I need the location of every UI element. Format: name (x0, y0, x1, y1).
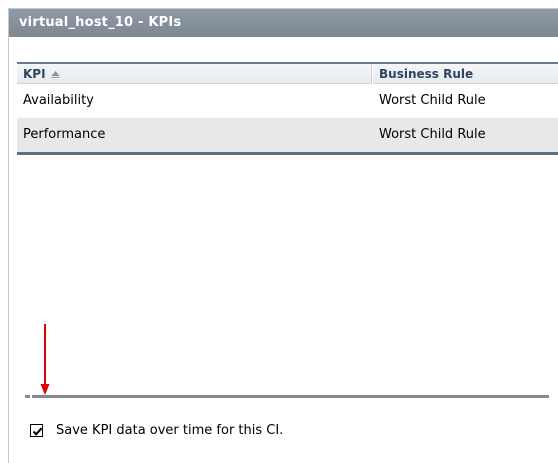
splitter-grip[interactable] (25, 395, 30, 398)
panel-title: virtual_host_10 - KPIs (9, 9, 558, 37)
window: virtual_host_10 - KPIs KPI Business Rule… (0, 0, 558, 463)
kpi-cell: Performance (23, 127, 106, 142)
annotation-arrow-icon (40, 324, 50, 395)
table-row[interactable]: Performance Worst Child Rule (17, 118, 558, 152)
kpi-cell: Availability (23, 93, 94, 108)
business-rule-cell: Worst Child Rule (379, 127, 486, 142)
kpi-table: KPI Business Rule Availability Worst Chi… (17, 62, 558, 155)
save-kpi-checkbox[interactable] (30, 424, 43, 437)
column-header-kpi-label: KPI (23, 67, 46, 81)
splitter-divider[interactable] (32, 395, 549, 398)
column-header-kpi[interactable]: KPI (23, 64, 373, 84)
sort-ascending-icon (51, 70, 60, 78)
checkmark-icon (32, 427, 43, 436)
save-kpi-label[interactable]: Save KPI data over time for this CI. (56, 423, 283, 439)
column-header-business-rule[interactable]: Business Rule (372, 64, 473, 84)
business-rule-cell: Worst Child Rule (379, 93, 486, 108)
table-row[interactable]: Availability Worst Child Rule (17, 84, 558, 118)
table-bottom-border (17, 152, 558, 155)
table-header: KPI Business Rule (17, 62, 558, 84)
